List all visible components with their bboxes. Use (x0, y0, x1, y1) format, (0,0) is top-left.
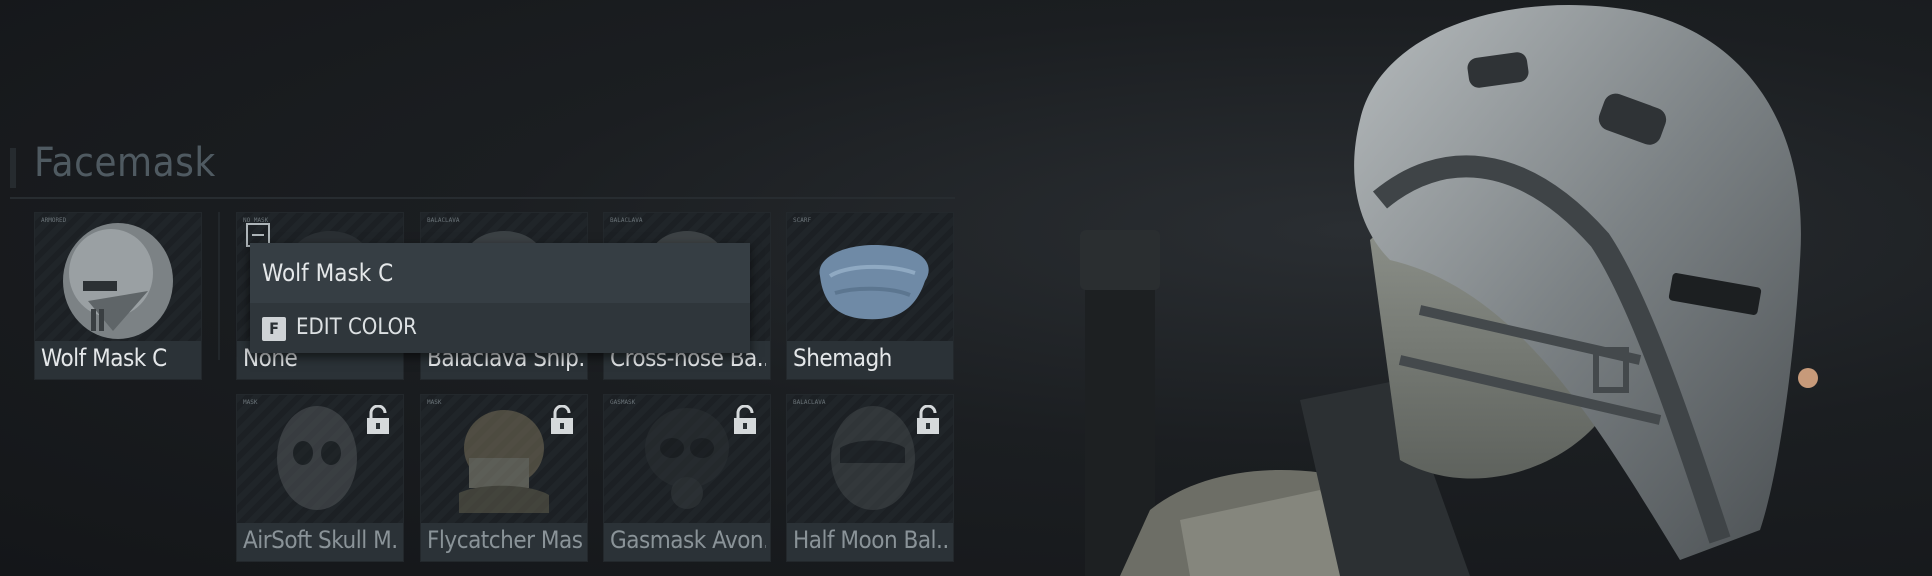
grid-divider (218, 212, 220, 360)
item-card-flycatcher[interactable]: MASK Flycatcher Mask (420, 394, 588, 562)
item-name: Flycatcher Mask (427, 526, 583, 554)
item-card-airsoft-skull[interactable]: MASK AirSoft Skull M... (236, 394, 404, 562)
selected-item-card[interactable]: ARMORED Wolf Mask C (34, 212, 202, 380)
item-card-shemagh[interactable]: SCARF Shemagh (786, 212, 954, 380)
section-title: Facemask (34, 140, 216, 186)
selected-item-name: Wolf Mask C (41, 344, 167, 372)
item-name: Half Moon Bal... (793, 526, 949, 554)
item-name: Shemagh (793, 344, 892, 372)
edit-color-label: EDIT COLOR (296, 315, 417, 340)
shemagh-thumbnail (819, 245, 929, 320)
lock-icon (367, 405, 389, 434)
item-name: Gasmask Avon... (610, 526, 766, 554)
item-context-popup: Wolf Mask C F EDIT COLOR (250, 243, 750, 353)
item-card-half-moon[interactable]: BALACLAVA Half Moon Bal... (786, 394, 954, 562)
lock-icon (551, 405, 573, 434)
edit-color-action[interactable]: F EDIT COLOR (250, 305, 750, 353)
wolf-mask-thumbnail (63, 223, 173, 339)
section-divider (10, 197, 955, 199)
item-card-gasmask-avon[interactable]: GASMASK Gasmask Avon... (603, 394, 771, 562)
item-name: AirSoft Skull M... (243, 526, 399, 554)
lock-icon (917, 405, 939, 434)
popup-title: Wolf Mask C (250, 243, 750, 303)
lock-icon (734, 405, 756, 434)
key-hint-f: F (262, 317, 286, 341)
character-preview[interactable] (1040, 0, 1932, 576)
section-title-marker (10, 148, 16, 188)
